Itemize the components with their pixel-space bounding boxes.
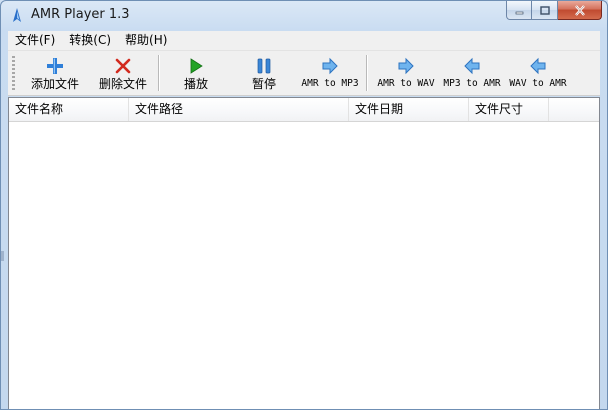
column-header-filler — [549, 98, 599, 121]
column-header-name[interactable]: 文件名称 — [9, 98, 129, 121]
arrow-right-icon — [398, 57, 414, 75]
menu-convert[interactable]: 转换(C) — [62, 31, 118, 50]
column-header-date[interactable]: 文件日期 — [349, 98, 469, 121]
arrow-right-icon — [322, 57, 338, 75]
minimize-icon — [515, 11, 523, 14]
toolbar: 添加文件 删除文件 播放 暂停 AMR to MP3 AMR to WAV MP… — [8, 51, 600, 96]
list-header: 文件名称 文件路径 文件日期 文件尺寸 — [9, 98, 599, 122]
pause-button[interactable]: 暂停 — [236, 53, 292, 93]
amr-to-mp3-label: AMR to MP3 — [301, 78, 359, 89]
amr-to-wav-label: AMR to WAV — [377, 78, 435, 89]
arrow-left-icon — [530, 57, 546, 75]
pause-icon — [257, 58, 271, 74]
app-logo-icon — [13, 8, 21, 22]
wav-to-amr-button[interactable]: WAV to AMR — [506, 53, 570, 93]
minimize-button[interactable] — [506, 1, 532, 20]
window-resize-edge[interactable] — [1, 251, 4, 261]
toolbar-separator — [366, 55, 368, 91]
menu-bar: 文件(F) 转换(C) 帮助(H) — [8, 31, 600, 51]
mp3-to-amr-label: MP3 to AMR — [443, 78, 501, 89]
delete-file-label: 删除文件 — [98, 77, 147, 91]
pause-label: 暂停 — [251, 77, 276, 91]
play-icon — [190, 58, 203, 74]
add-file-label: 添加文件 — [30, 77, 79, 91]
toolbar-grip[interactable] — [12, 56, 15, 90]
play-button[interactable]: 播放 — [168, 53, 224, 93]
menu-file[interactable]: 文件(F) — [8, 31, 62, 50]
title-bar[interactable]: AMR Player 1.3 — [1, 1, 607, 29]
app-window: AMR Player 1.3 文件(F) 转换(C) 帮助(H) 添加文件 删除… — [0, 0, 608, 410]
column-header-size[interactable]: 文件尺寸 — [469, 98, 549, 121]
delete-x-icon — [115, 58, 131, 74]
close-icon — [574, 4, 585, 16]
close-button[interactable] — [558, 1, 602, 20]
toolbar-separator — [158, 55, 160, 91]
amr-to-wav-button[interactable]: AMR to WAV — [374, 53, 438, 93]
maximize-icon — [539, 5, 550, 15]
arrow-left-icon — [464, 57, 480, 75]
add-file-button[interactable]: 添加文件 — [24, 53, 86, 93]
play-label: 播放 — [183, 77, 208, 91]
column-header-path[interactable]: 文件路径 — [129, 98, 349, 121]
delete-file-button[interactable]: 删除文件 — [92, 53, 154, 93]
amr-to-mp3-button[interactable]: AMR to MP3 — [298, 53, 362, 93]
wav-to-amr-label: WAV to AMR — [509, 78, 567, 89]
plus-icon — [47, 58, 63, 74]
caption-buttons — [506, 1, 602, 21]
file-list[interactable]: 文件名称 文件路径 文件日期 文件尺寸 — [8, 97, 600, 409]
maximize-button[interactable] — [532, 1, 558, 20]
window-title: AMR Player 1.3 — [31, 7, 130, 22]
menu-help[interactable]: 帮助(H) — [118, 31, 174, 50]
mp3-to-amr-button[interactable]: MP3 to AMR — [440, 53, 504, 93]
